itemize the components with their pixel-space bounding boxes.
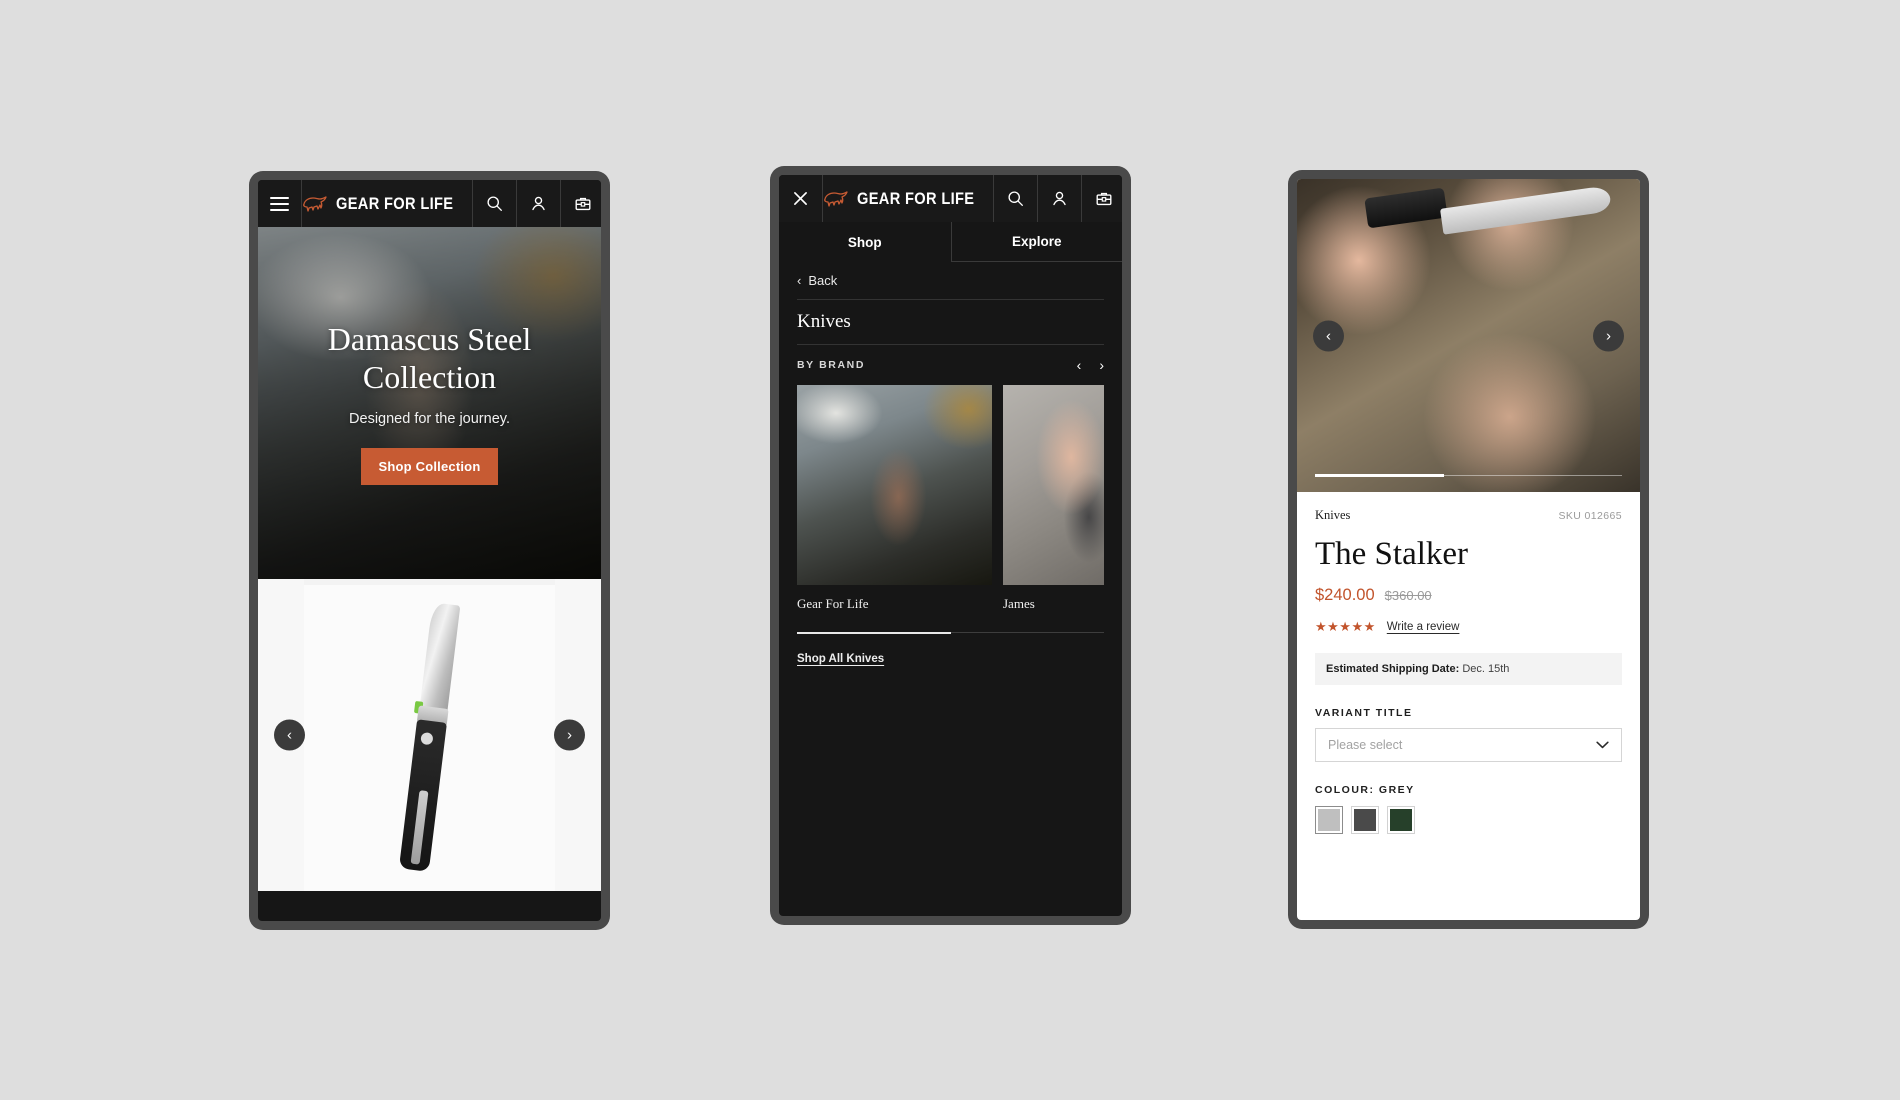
shipping-value: Dec. 15th	[1462, 663, 1510, 675]
phone2-navbar: GEAR FOR LIFE	[779, 175, 1122, 222]
tab-shop[interactable]: Shop	[779, 222, 951, 262]
brand-image	[797, 385, 992, 585]
price-current: $240.00	[1315, 586, 1375, 604]
brand-carousel-scrollbar[interactable]	[797, 631, 1104, 634]
chevron-left-icon: ‹	[287, 726, 292, 744]
toolbox-cart-icon	[576, 197, 591, 211]
carousel-prev-button[interactable]: ‹	[274, 719, 305, 751]
product-handle-detail	[1363, 187, 1448, 229]
close-icon	[794, 192, 807, 205]
swatch-charcoal[interactable]	[1351, 806, 1379, 834]
menu-tabs: Shop Explore	[779, 222, 1122, 262]
brand-name: Gear For Life	[797, 596, 869, 611]
hamburger-icon	[270, 196, 289, 211]
brand-logo[interactable]: GEAR FOR LIFE	[302, 180, 474, 227]
bison-icon	[303, 195, 327, 212]
category-heading: Knives	[797, 300, 1104, 345]
chevron-down-icon	[1596, 741, 1609, 749]
chevron-right-icon: ›	[1606, 327, 1611, 344]
product-gallery: ‹ ›	[1297, 179, 1640, 492]
brand-wordmark: GEAR FOR LIFE	[857, 188, 975, 208]
gallery-next-button[interactable]: ›	[1593, 320, 1624, 351]
chevron-right-icon: ›	[567, 726, 572, 744]
product-blade-detail	[1440, 185, 1613, 235]
variant-title-label: VARIANT TITLE	[1315, 707, 1413, 719]
by-brand-header: BY BRAND ‹ ›	[797, 345, 1104, 385]
variant-select-placeholder: Please select	[1328, 738, 1403, 752]
cart-button[interactable]	[1082, 175, 1122, 222]
phone-pdp-mockup: ‹ › Knives SKU 012665 The Stalker $240.0…	[1288, 170, 1649, 929]
search-button[interactable]	[473, 180, 518, 227]
account-button[interactable]	[517, 180, 562, 227]
carousel-next-button[interactable]: ›	[554, 719, 585, 751]
bison-icon	[824, 190, 848, 207]
menu-button[interactable]	[258, 180, 302, 227]
brand-card[interactable]: James	[1003, 385, 1104, 612]
phone3-screen: ‹ › Knives SKU 012665 The Stalker $240.0…	[1297, 179, 1640, 920]
by-brand-label: BY BRAND	[797, 359, 866, 371]
variant-select[interactable]: Please select	[1315, 728, 1622, 762]
account-icon	[1053, 191, 1067, 206]
product-sku: SKU 012665	[1558, 510, 1622, 522]
colour-label: COLOUR: GREY	[1315, 784, 1415, 796]
back-button[interactable]: ‹ Back	[797, 262, 1104, 300]
search-button[interactable]	[994, 175, 1039, 222]
hero-banner: Damascus Steel Collection Designed for t…	[258, 227, 601, 579]
brand-carousel[interactable]: Gear For Life James	[797, 385, 1104, 612]
brand-logo[interactable]: GEAR FOR LIFE	[823, 175, 995, 222]
product-title: The Stalker	[1315, 536, 1469, 572]
cart-button[interactable]	[561, 180, 601, 227]
brand-card[interactable]: Gear For Life	[797, 385, 992, 612]
write-review-link[interactable]: Write a review	[1387, 621, 1460, 633]
tab-explore[interactable]: Explore	[950, 222, 1122, 262]
gallery-progress-bar[interactable]	[1315, 474, 1622, 477]
phone1-screen: GEAR FOR LIFE Damascus Steel Collection …	[258, 180, 601, 921]
brand-carousel-next-button[interactable]: ›	[1099, 357, 1104, 373]
search-icon	[1008, 191, 1024, 206]
hero-title: Damascus Steel Collection	[327, 321, 532, 395]
toolbox-cart-icon	[1097, 192, 1112, 206]
phone-home-mockup: GEAR FOR LIFE Damascus Steel Collection …	[249, 171, 610, 930]
close-menu-button[interactable]	[779, 175, 823, 222]
brand-carousel-prev-button[interactable]: ‹	[1077, 357, 1082, 373]
brand-image	[1003, 385, 1104, 585]
swatch-forest-green[interactable]	[1387, 806, 1415, 834]
product-category: Knives	[1315, 508, 1351, 522]
product-details: Knives SKU 012665 The Stalker $240.00 $3…	[1297, 492, 1640, 834]
shop-collection-button[interactable]: Shop Collection	[360, 447, 499, 485]
rating-stars: ★★★★★	[1315, 619, 1376, 634]
carousel-slide	[304, 585, 555, 891]
product-carousel: ‹ ›	[258, 579, 601, 891]
shipping-label: Estimated Shipping Date:	[1326, 663, 1460, 675]
menu-body: ‹ Back Knives BY BRAND ‹ › Gear For Life	[779, 262, 1122, 667]
phone1-navbar: GEAR FOR LIFE	[258, 180, 601, 227]
colour-swatches	[1315, 806, 1622, 834]
screenshot-stage: GEAR FOR LIFE Damascus Steel Collection …	[0, 0, 1900, 1100]
back-label: Back	[808, 273, 838, 288]
search-icon	[487, 196, 503, 211]
price-compare: $360.00	[1384, 588, 1432, 603]
brand-name: James	[1003, 596, 1035, 611]
account-button[interactable]	[1038, 175, 1083, 222]
gallery-prev-button[interactable]: ‹	[1313, 320, 1344, 351]
chevron-left-icon: ‹	[797, 273, 802, 288]
brand-wordmark: GEAR FOR LIFE	[336, 193, 454, 213]
shipping-estimate: Estimated Shipping Date: Dec. 15th	[1315, 653, 1622, 685]
phone-menu-mockup: GEAR FOR LIFE Shop Explore ‹ Back Knives…	[770, 166, 1131, 925]
hero-subtitle: Designed for the journey.	[349, 410, 510, 427]
chevron-left-icon: ‹	[1326, 327, 1331, 344]
swatch-grey[interactable]	[1315, 806, 1343, 834]
product-image-knife	[390, 601, 469, 875]
phone2-screen: GEAR FOR LIFE Shop Explore ‹ Back Knives…	[779, 175, 1122, 916]
shop-all-knives-link[interactable]: Shop All Knives	[797, 653, 884, 665]
account-icon	[532, 196, 546, 211]
